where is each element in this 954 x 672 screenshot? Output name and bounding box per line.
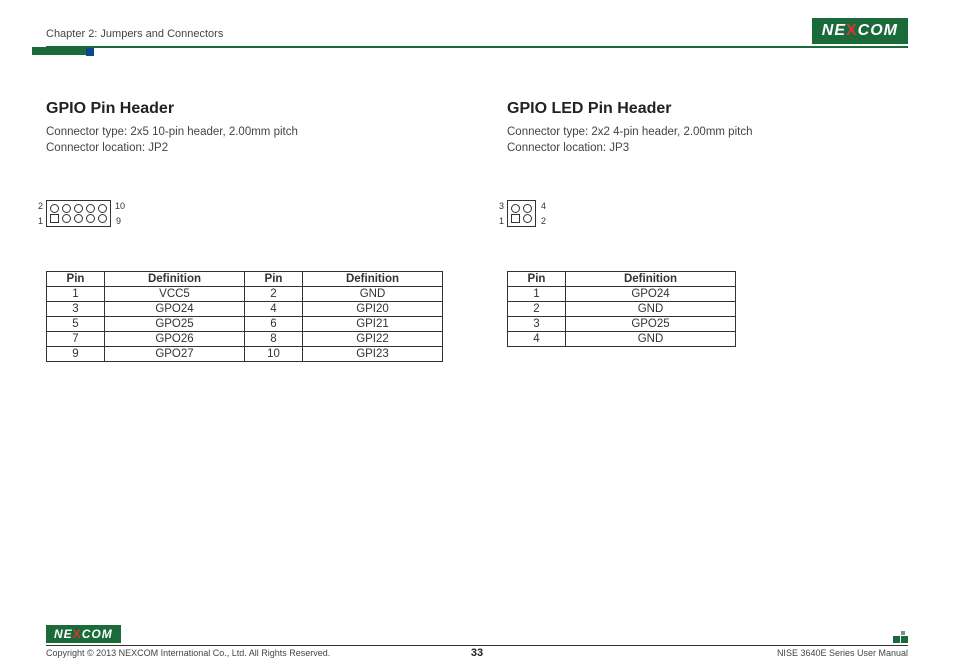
section-title-left: GPIO Pin Header xyxy=(46,100,447,118)
connector-location-right: Connector location: JP3 xyxy=(507,140,908,156)
pin-diagram-jp2: 2 10 1 9 xyxy=(46,200,447,227)
nexcom-logo-footer: NEXCOM xyxy=(46,625,121,643)
table-row: 1GPO24 xyxy=(508,287,736,302)
page-header: Chapter 2: Jumpers and Connectors NEXCOM xyxy=(46,18,908,48)
nexcom-logo: NEXCOM xyxy=(812,18,908,44)
connector-location-left: Connector location: JP2 xyxy=(46,140,447,156)
connector-type-right: Connector type: 2x2 4-pin header, 2.00mm… xyxy=(507,124,908,140)
table-row: 2GND xyxy=(508,302,736,317)
table-row: 4GND xyxy=(508,332,736,347)
footer-squares-icon xyxy=(893,631,908,643)
table-row: 7GPO268GPI22 xyxy=(47,332,443,347)
connector-type-left: Connector type: 2x5 10-pin header, 2.00m… xyxy=(46,124,447,140)
page-number: 33 xyxy=(471,647,483,659)
accent-square xyxy=(86,48,94,56)
gpio-pin-header-section: GPIO Pin Header Connector type: 2x5 10-p… xyxy=(46,100,447,362)
copyright-text: Copyright © 2013 NEXCOM International Co… xyxy=(46,648,330,658)
table-row: 3GPO244GPI20 xyxy=(47,302,443,317)
pin-table-jp3: Pin Definition 1GPO24 2GND 3GPO25 4GND xyxy=(507,271,736,347)
table-row: 9GPO2710GPI23 xyxy=(47,347,443,362)
page-footer: NEXCOM Copyright © 2013 NEXCOM Internati… xyxy=(46,625,908,658)
gpio-led-pin-header-section: GPIO LED Pin Header Connector type: 2x2 … xyxy=(507,100,908,362)
table-row: 5GPO256GPI21 xyxy=(47,317,443,332)
table-row: 1VCC52GND xyxy=(47,287,443,302)
chapter-title: Chapter 2: Jumpers and Connectors xyxy=(46,28,223,44)
table-row: 3GPO25 xyxy=(508,317,736,332)
pin-diagram-jp3: 3 4 1 2 xyxy=(507,200,908,227)
section-title-right: GPIO LED Pin Header xyxy=(507,100,908,118)
pin-table-jp2: Pin Definition Pin Definition 1VCC52GND … xyxy=(46,271,443,362)
manual-name: NISE 3640E Series User Manual xyxy=(777,648,908,658)
accent-bar xyxy=(32,47,86,55)
